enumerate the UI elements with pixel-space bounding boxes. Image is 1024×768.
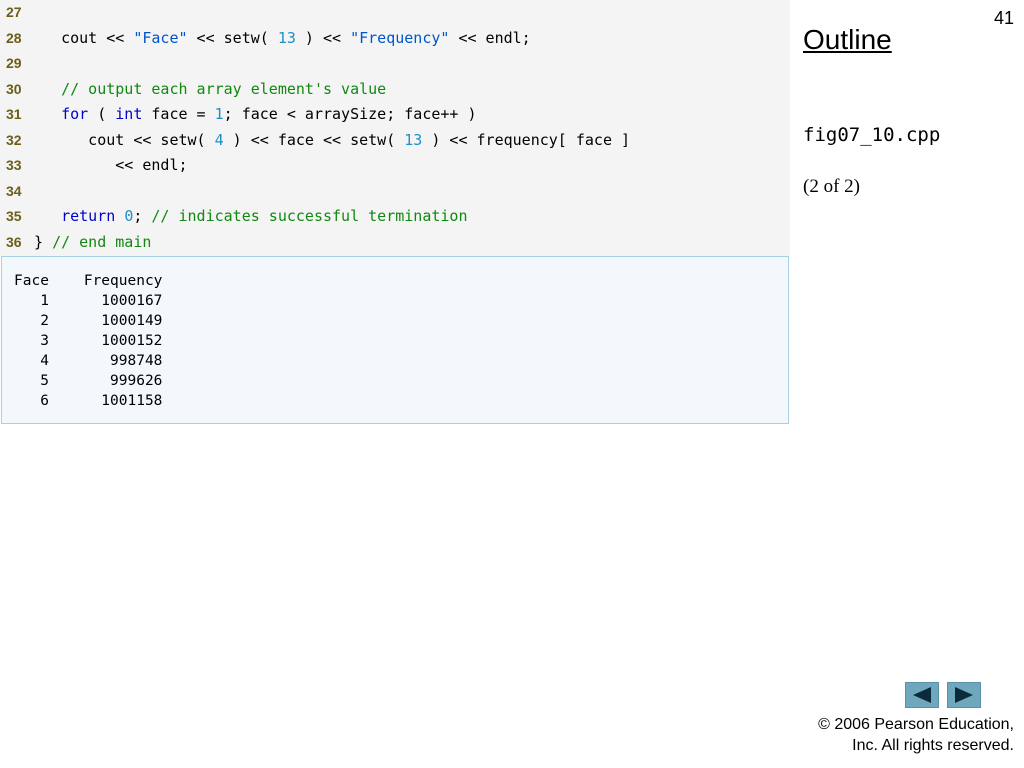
code-token: // output each array element's value [34,79,387,98]
code-line: 35 return 0; // indicates successful ter… [0,204,790,229]
code-token: for [61,105,89,123]
code-token: ) << face << setw( [223,130,405,149]
next-slide-button[interactable] [947,682,981,708]
code-token: cout << [34,28,134,47]
code-token: 4 [214,130,224,149]
code-line: 27 [0,0,790,25]
code-line: 29 [0,51,790,76]
previous-slide-button[interactable] [905,682,939,708]
output-line: Face Frequency [14,273,163,289]
line-number: 31 [6,106,22,122]
code-token: << endl; [34,156,188,174]
file-name: fig07_10.cpp [803,124,941,146]
code-token: << endl; [449,28,531,47]
code-line: 32 cout << setw( 4 ) << face << setw( 13… [0,128,790,153]
code-token: ; [133,207,152,225]
output-line: 6 1001158 [14,393,163,409]
output-line: 4 998748 [14,353,163,369]
code-text: << endl; [34,153,188,178]
line-number: 33 [6,157,22,173]
triangle-right-icon [955,687,973,703]
code-token: // end main [52,232,152,251]
code-token: "Frequency" [350,28,450,47]
code-token: ) << [295,28,351,47]
code-token: cout << setw( [34,130,215,149]
line-number: 27 [6,4,22,20]
output-line: 5 999626 [14,373,163,389]
code-token: 13 [277,28,296,47]
program-output: Face Frequency 1 1000167 2 1000149 3 100… [1,256,789,424]
line-number: 30 [6,80,22,97]
code-text: // output each array element's value [34,77,386,102]
copyright-line-1: © 2006 Pearson Education, [818,716,1014,733]
slide-number: 41 [993,8,1014,28]
output-line: 1 1000167 [14,293,163,309]
code-line: 33 << endl; [0,153,790,178]
code-token: int [115,105,143,123]
copyright-notice: © 2006 Pearson Education, Inc. All right… [818,714,1014,756]
code-line: 30 // output each array element's value [0,77,790,102]
code-text: cout << "Face" << setw( 13 ) << "Frequen… [34,26,531,51]
code-token: // indicates successful termination [151,207,468,225]
code-token: ; face < arraySize; face++ ) [223,105,477,123]
copyright-line-2: Inc. All rights reserved. [852,737,1014,754]
code-token: return [61,207,116,225]
code-line: 36} // end main [0,230,790,255]
outline-title[interactable]: Outline [803,24,892,56]
output-line: 3 1000152 [14,333,163,349]
code-token: 0 [124,207,134,225]
code-token: ( [88,105,116,123]
code-text: cout << setw( 4 ) << face << setw( 13 ) … [34,128,630,153]
code-text: for ( int face = 1; face < arraySize; fa… [34,102,477,127]
line-number: 32 [6,131,22,148]
code-token: face = [142,105,215,123]
code-token: } [34,232,53,251]
code-line: 34 [0,179,790,204]
code-token: 1 [214,105,224,123]
code-text: return 0; // indicates successful termin… [34,204,467,229]
code-token: 13 [404,130,423,149]
code-token: ) << frequency[ face ] [422,130,631,149]
code-token: "Face" [133,28,188,47]
line-number: 28 [6,29,22,46]
line-number: 35 [6,208,22,224]
line-number: 34 [6,182,22,199]
code-line: 28 cout << "Face" << setw( 13 ) << "Freq… [0,26,790,51]
output-line: 2 1000149 [14,313,163,329]
line-number: 36 [6,233,22,250]
code-line: 31 for ( int face = 1; face < arraySize;… [0,102,790,127]
line-number: 29 [6,55,22,71]
code-token: << setw( [187,28,278,47]
code-text: } // end main [34,230,151,255]
page-indicator: (2 of 2) [803,176,860,197]
code-listing: 27 28 cout << "Face" << setw( 13 ) << "Fr… [0,0,790,256]
triangle-left-icon [913,687,931,703]
